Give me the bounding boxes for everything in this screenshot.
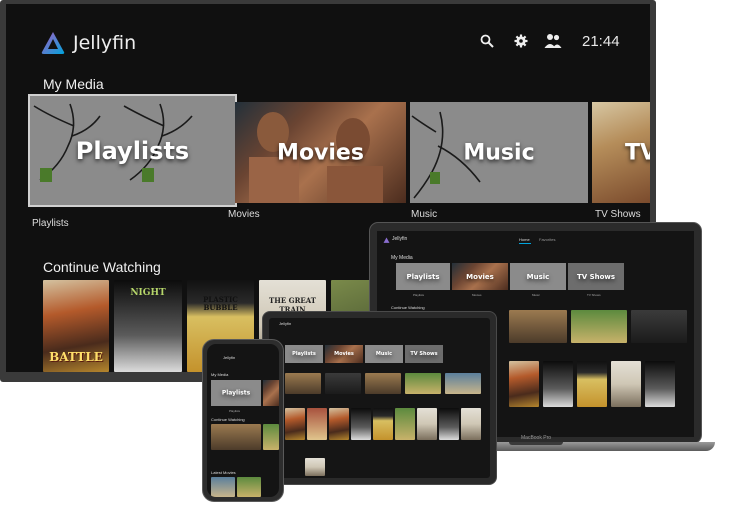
laptop-notch	[509, 442, 563, 445]
poster[interactable]	[417, 408, 437, 440]
library-title: Music	[526, 272, 550, 281]
search-icon[interactable]	[480, 34, 494, 48]
tablet-device: Jellyfin Playlists Movies Music TV Shows	[262, 311, 497, 485]
tablet-screen: Jellyfin Playlists Movies Music TV Shows	[269, 318, 490, 478]
continue-watching-heading: Continue Watching	[211, 417, 245, 422]
poster[interactable]	[307, 408, 327, 440]
poster[interactable]	[509, 361, 539, 407]
app-name: Jellyfin	[392, 236, 408, 242]
poster[interactable]	[329, 408, 349, 440]
poster[interactable]	[211, 477, 235, 497]
library-title: Playlists	[292, 351, 316, 357]
library-title: Movies	[466, 272, 494, 281]
library-title: Playlists	[75, 136, 190, 165]
thumb[interactable]	[365, 373, 401, 394]
library-card-movies[interactable]	[263, 380, 279, 406]
thumb[interactable]	[509, 310, 567, 343]
library-caption: TV Shows	[587, 293, 601, 297]
library-title: TV	[625, 140, 650, 165]
thumb[interactable]	[405, 373, 441, 394]
library-caption-playlists: Playlists	[32, 218, 69, 229]
thumb[interactable]	[211, 424, 261, 450]
jellyfin-logo-icon	[383, 237, 390, 243]
library-caption-tv-shows: TV Shows	[595, 209, 641, 220]
poster[interactable]	[611, 361, 641, 407]
poster-title: NIGHT	[130, 288, 166, 298]
library-title: Playlists	[406, 272, 440, 281]
library-card-playlists[interactable]: Playlists	[285, 345, 323, 363]
poster[interactable]	[439, 408, 459, 440]
library-card-tv-shows[interactable]: TV Shows	[568, 263, 624, 290]
poster-night[interactable]: NIGHT	[114, 280, 182, 372]
clock: 21:44	[582, 33, 620, 50]
my-media-heading: My Media	[43, 76, 104, 92]
thumb[interactable]	[263, 424, 279, 450]
library-card-music[interactable]: Music	[410, 102, 588, 203]
library-caption: Music	[532, 293, 540, 297]
library-title: TV Shows	[410, 351, 438, 357]
library-card-playlists[interactable]: Playlists	[28, 94, 237, 207]
thumb[interactable]	[325, 373, 361, 394]
library-card-tv-shows[interactable]: TV Shows	[405, 345, 443, 363]
gear-icon[interactable]	[514, 34, 528, 48]
continue-watching-heading: Continue Watching	[43, 259, 161, 275]
library-title: Music	[463, 140, 535, 165]
library-title: Movies	[334, 351, 354, 357]
active-tab-indicator	[519, 243, 531, 244]
tab-home[interactable]: Home	[519, 237, 530, 242]
library-card-music[interactable]: Music	[510, 263, 566, 290]
library-title: Movies	[277, 140, 364, 165]
library-card-playlists[interactable]: Playlists	[211, 380, 261, 406]
poster[interactable]	[373, 408, 393, 440]
poster-title: BATTLE	[49, 350, 103, 364]
app-name: Jellyfin	[279, 321, 292, 326]
continue-watching-heading: Continue Watching	[391, 305, 425, 310]
phone-device: Jellyfin My Media Playlists Playlists Co…	[202, 339, 284, 502]
library-title: TV Shows	[576, 272, 616, 281]
poster[interactable]	[543, 361, 573, 407]
users-icon[interactable]	[544, 33, 562, 49]
library-card-playlists[interactable]: Playlists	[396, 263, 450, 290]
library-title: Music	[375, 351, 393, 357]
jellyfin-logo-icon	[41, 32, 65, 54]
app-logo[interactable]: Jellyfin	[40, 30, 136, 56]
library-caption-music: Music	[411, 209, 438, 220]
latest-movies-heading: Latest Movies	[211, 470, 236, 475]
tab-favorites[interactable]: Favorites	[539, 237, 555, 242]
library-caption-movies: Movies	[228, 209, 260, 220]
tv-header: Jellyfin 21:44	[6, 4, 650, 78]
app-name: Jellyfin	[73, 32, 137, 54]
thumb[interactable]	[571, 310, 627, 343]
poster-battle[interactable]: BATTLE	[43, 280, 109, 372]
my-media-heading: My Media	[211, 372, 229, 377]
library-card-movies[interactable]: Movies	[325, 345, 363, 363]
phone-screen: Jellyfin My Media Playlists Playlists Co…	[207, 344, 279, 497]
thumb[interactable]	[445, 373, 481, 394]
library-title: Playlists	[221, 389, 251, 397]
thumb[interactable]	[631, 310, 687, 343]
poster[interactable]	[395, 408, 415, 440]
my-media-heading: My Media	[391, 255, 413, 261]
library-card-tv-shows[interactable]: TV	[592, 102, 650, 203]
library-card-movies[interactable]: Movies	[452, 263, 508, 290]
poster[interactable]	[577, 361, 607, 407]
library-card-movies[interactable]: Movies	[235, 102, 406, 203]
library-caption: Playlists	[413, 293, 425, 297]
poster[interactable]	[285, 408, 305, 440]
library-caption: Playlists	[229, 409, 241, 413]
poster[interactable]	[305, 458, 325, 476]
library-card-music[interactable]: Music	[365, 345, 403, 363]
poster[interactable]	[645, 361, 675, 407]
library-caption: Movies	[472, 293, 482, 297]
poster-title: PLASTIC BUBBLE	[203, 295, 238, 312]
poster[interactable]	[237, 477, 261, 497]
thumb[interactable]	[285, 373, 321, 394]
poster[interactable]	[461, 408, 481, 440]
app-name: Jellyfin	[223, 355, 236, 360]
laptop-model-label: MacBook Pro	[521, 435, 552, 441]
poster[interactable]	[351, 408, 371, 440]
